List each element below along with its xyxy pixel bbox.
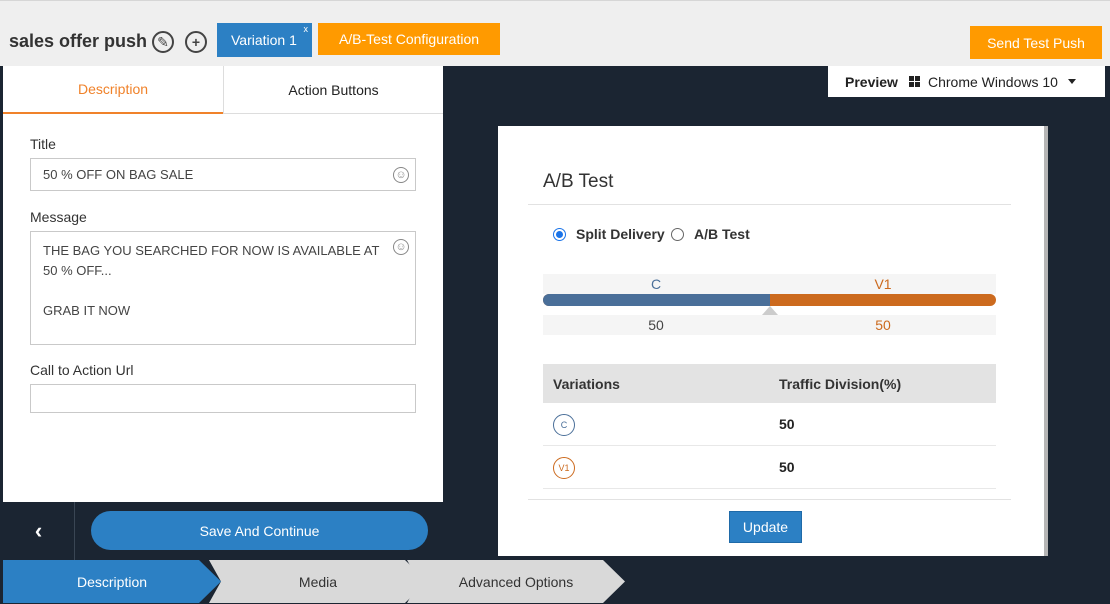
editor-panel: Description Action Buttons Title 50 % OF… [3,66,443,502]
preview-bar: Preview Chrome Windows 10 [828,66,1105,97]
modal-title: A/B Test [543,171,614,192]
split-values-row: 50 50 [543,315,996,335]
message-label: Message [30,209,87,225]
step-media[interactable]: Media [209,560,427,603]
wizard-stepper: Description Media Advanced Options [3,560,1110,603]
device-select[interactable]: Chrome Windows 10 [928,74,1058,90]
split-label-c: C [650,276,662,292]
send-test-push-button[interactable]: Send Test Push [970,26,1102,59]
scrollbar[interactable] [1044,126,1048,556]
split-label-v1: V1 [874,276,892,292]
table-row: C 50 [543,403,996,446]
message-textarea[interactable]: THE BAG YOU SEARCHED FOR NOW IS AVAILABL… [30,231,416,345]
add-icon[interactable]: + [185,31,207,53]
table-row: V1 50 [543,446,996,489]
chevron-left-icon: ‹ [34,518,43,543]
slider-handle[interactable] [761,306,778,315]
preview-label: Preview [845,73,898,90]
emoji-icon[interactable]: ☺ [393,239,409,255]
save-and-continue-button[interactable]: Save And Continue [91,511,428,550]
variation-tab-label: Variation 1 [231,32,297,48]
split-fill-c [543,294,770,306]
column-header-variations: Variations [553,376,620,392]
radio-indicator[interactable] [553,227,566,241]
variation-badge-v1: V1 [553,457,575,479]
editor-tabs: Description Action Buttons [3,66,443,114]
top-bar: sales offer push ✎ + Variation 1 x A/B-T… [0,0,1110,66]
ab-test-modal: A/B Test Split Delivery A/B Test C V1 50… [498,126,1048,556]
tab-action-buttons[interactable]: Action Buttons [223,66,443,114]
traffic-value[interactable]: 50 [779,416,795,432]
campaign-title: sales offer push [9,31,148,51]
radio-indicator[interactable] [671,227,684,241]
cta-url-input[interactable] [30,384,416,413]
message-line-1: THE BAG YOU SEARCHED FOR NOW IS AVAILABL… [43,243,380,278]
edit-icon[interactable]: ✎ [152,31,174,53]
message-line-2: GRAB IT NOW [43,303,131,318]
update-button[interactable]: Update [729,511,802,543]
editor-footer: ‹ Save And Continue [3,502,443,560]
emoji-icon[interactable]: ☺ [393,167,409,183]
tab-description[interactable]: Description [3,66,223,114]
tab-variation-1[interactable]: Variation 1 x [217,23,312,57]
title-input[interactable]: 50 % OFF ON BAG SALE ☺ [30,158,416,191]
step-advanced-options[interactable]: Advanced Options [407,560,625,603]
divider [528,204,1011,205]
divider [528,499,1011,500]
radio-ab-test[interactable]: A/B Test [671,226,750,242]
close-icon[interactable]: x [304,24,309,34]
title-value: 50 % OFF ON BAG SALE [43,167,194,182]
step-description[interactable]: Description [3,560,221,603]
radio-split-delivery[interactable]: Split Delivery [553,226,665,242]
traffic-value[interactable]: 50 [779,459,795,475]
variations-table-header: Variations Traffic Division(%) [543,364,996,403]
radio-label: Split Delivery [576,226,665,242]
column-header-traffic: Traffic Division(%) [779,376,902,392]
chevron-down-icon[interactable] [1068,79,1076,84]
variation-badge-c: C [553,414,575,436]
split-value-c: 50 [648,317,664,333]
title-label: Title [30,136,56,152]
cta-url-label: Call to Action Url [30,362,134,378]
traffic-split-slider[interactable] [543,294,996,306]
back-button[interactable]: ‹ [3,502,75,560]
radio-label: A/B Test [694,226,750,242]
ab-test-configuration-button[interactable]: A/B-Test Configuration [318,23,500,55]
split-value-v1: 50 [875,317,891,333]
split-labels-row: C V1 [543,274,996,294]
windows-icon [909,76,921,88]
